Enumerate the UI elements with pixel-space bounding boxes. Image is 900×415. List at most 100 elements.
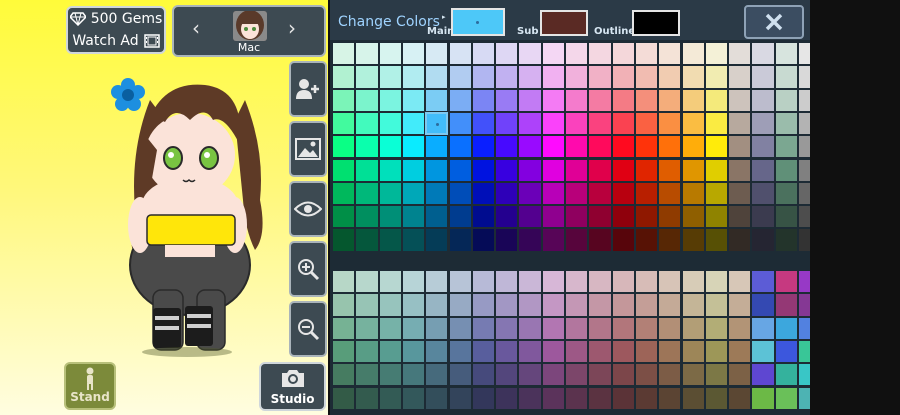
color-swatch-cell[interactable] (774, 158, 798, 182)
color-swatch-cell[interactable] (704, 111, 729, 136)
sub-color-swatch[interactable] (540, 10, 588, 36)
color-swatch-cell[interactable] (565, 228, 589, 252)
color-swatch-cell[interactable] (541, 228, 565, 252)
color-swatch-cell[interactable] (681, 205, 705, 229)
gem-counter[interactable]: 500 Gems Watch Ad (66, 6, 166, 54)
color-swatch-cell[interactable] (495, 65, 519, 89)
color-swatch-cell[interactable] (332, 339, 356, 364)
color-swatch-cell[interactable] (565, 42, 589, 66)
color-swatch-cell[interactable] (681, 158, 705, 182)
color-swatch-cell[interactable] (471, 293, 496, 317)
color-swatch-cell[interactable] (588, 293, 612, 317)
color-swatch-cell[interactable] (751, 42, 775, 66)
color-swatch-cell[interactable] (355, 205, 379, 229)
color-swatch-cell[interactable] (611, 228, 635, 252)
color-swatch-cell[interactable] (425, 135, 449, 159)
color-swatch-cell[interactable] (774, 88, 798, 112)
color-swatch-cell[interactable] (681, 339, 705, 364)
color-swatch-cell[interactable] (448, 270, 472, 294)
color-swatch-cell[interactable] (471, 135, 496, 159)
color-swatch-cell[interactable] (332, 386, 356, 410)
color-swatch-cell[interactable] (611, 386, 635, 410)
color-swatch-cell[interactable] (332, 42, 356, 66)
color-swatch-cell[interactable] (332, 270, 356, 294)
chevron-left-icon[interactable]: ‹ (192, 16, 200, 40)
color-swatch-cell[interactable] (658, 339, 682, 364)
color-swatch-cell[interactable] (634, 158, 659, 182)
color-swatch-cell[interactable] (495, 316, 519, 340)
color-swatch-cell[interactable] (681, 386, 705, 410)
close-button[interactable] (744, 5, 804, 39)
color-swatch-cell[interactable] (495, 339, 519, 364)
color-swatch-cell[interactable] (425, 111, 449, 136)
color-swatch-cell[interactable] (751, 88, 775, 112)
color-swatch-cell[interactable] (588, 111, 612, 136)
color-swatch-cell[interactable] (681, 228, 705, 252)
color-swatch-cell[interactable] (401, 228, 426, 252)
color-swatch-cell[interactable] (495, 228, 519, 252)
color-swatch-cell[interactable] (681, 88, 705, 112)
color-swatch-cell[interactable] (565, 293, 589, 317)
color-swatch-cell[interactable] (518, 363, 542, 387)
color-swatch-cell[interactable] (681, 293, 705, 317)
color-swatch-cell[interactable] (448, 205, 472, 229)
color-swatch-cell[interactable] (634, 316, 659, 340)
color-swatch-cell[interactable] (565, 181, 589, 206)
color-swatch-cell[interactable] (355, 65, 379, 89)
color-swatch-cell[interactable] (541, 386, 565, 410)
color-swatch-cell[interactable] (541, 111, 565, 136)
color-swatch-cell[interactable] (378, 293, 402, 317)
color-swatch-cell[interactable] (378, 316, 402, 340)
color-swatch-cell[interactable] (518, 228, 542, 252)
color-swatch-cell[interactable] (751, 363, 775, 387)
color-swatch-cell[interactable] (425, 181, 449, 206)
color-swatch-cell[interactable] (774, 181, 798, 206)
color-swatch-cell[interactable] (728, 158, 752, 182)
color-swatch-cell[interactable] (332, 135, 356, 159)
color-swatch-cell[interactable] (518, 316, 542, 340)
color-swatch-cell[interactable] (401, 316, 426, 340)
color-swatch-cell[interactable] (751, 205, 775, 229)
color-swatch-cell[interactable] (681, 111, 705, 136)
color-swatch-cell[interactable] (588, 135, 612, 159)
color-swatch-cell[interactable] (704, 181, 729, 206)
color-swatch-cell[interactable] (751, 270, 775, 294)
color-swatch-cell[interactable] (378, 135, 402, 159)
color-swatch-cell[interactable] (728, 65, 752, 89)
color-swatch-cell[interactable] (541, 293, 565, 317)
color-swatch-cell[interactable] (704, 228, 729, 252)
color-swatch-cell[interactable] (634, 363, 659, 387)
color-swatch-cell[interactable] (425, 316, 449, 340)
color-swatch-cell[interactable] (681, 181, 705, 206)
color-swatch-cell[interactable] (518, 293, 542, 317)
color-swatch-cell[interactable] (378, 205, 402, 229)
color-swatch-cell[interactable] (541, 65, 565, 89)
character-figure[interactable] (95, 60, 295, 360)
color-swatch-cell[interactable] (448, 316, 472, 340)
color-swatch-cell[interactable] (565, 65, 589, 89)
color-swatch-cell[interactable] (774, 316, 798, 340)
color-swatch-cell[interactable] (728, 316, 752, 340)
stand-button[interactable]: Stand (64, 362, 116, 410)
color-swatch-cell[interactable] (704, 270, 729, 294)
color-swatch-cell[interactable] (518, 270, 542, 294)
color-swatch-cell[interactable] (518, 158, 542, 182)
color-swatch-cell[interactable] (658, 228, 682, 252)
color-swatch-cell[interactable] (471, 228, 496, 252)
color-swatch-cell[interactable] (774, 228, 798, 252)
color-swatch-cell[interactable] (774, 135, 798, 159)
color-swatch-cell[interactable] (658, 111, 682, 136)
zoom-out-button[interactable] (289, 301, 327, 357)
color-swatch-cell[interactable] (704, 205, 729, 229)
color-swatch-cell[interactable] (588, 88, 612, 112)
color-swatch-cell[interactable] (425, 386, 449, 410)
color-swatch-cell[interactable] (355, 158, 379, 182)
color-swatch-cell[interactable] (611, 270, 635, 294)
color-swatch-cell[interactable] (565, 205, 589, 229)
color-swatch-cell[interactable] (355, 135, 379, 159)
color-swatch-cell[interactable] (634, 339, 659, 364)
color-swatch-cell[interactable] (751, 316, 775, 340)
color-swatch-cell[interactable] (355, 339, 379, 364)
color-swatch-cell[interactable] (728, 111, 752, 136)
color-swatch-cell[interactable] (495, 386, 519, 410)
